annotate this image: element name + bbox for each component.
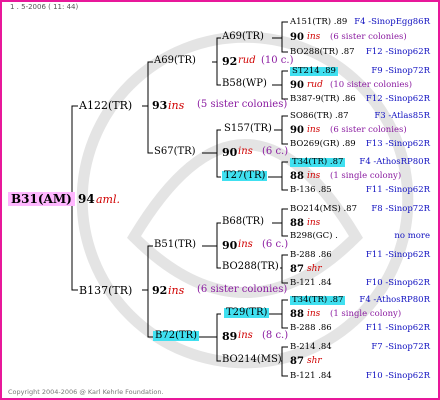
root-num: 94 — [78, 192, 95, 206]
gen2-s67-note: (6 c.) — [262, 146, 289, 157]
gen3-lineage-link[interactable]: F10 -Sinop62R — [366, 372, 430, 381]
gen3-ancestor[interactable]: B-288 .86 — [290, 324, 332, 333]
gen2-s67-num: 90 — [222, 146, 238, 159]
gen3-lineage-link[interactable]: F11 -Sinop62R — [366, 251, 430, 260]
gen1-a122-num: 93 — [152, 99, 168, 112]
gen3-num: 90 — [290, 32, 304, 43]
gen3-note: (6 sister colonies) — [330, 32, 407, 42]
gen1-a122-type: ins — [168, 99, 185, 112]
gen3-type: rud — [307, 80, 323, 90]
gen3-lineage-link[interactable]: F4 -AthosRP80R — [359, 296, 430, 305]
gen2-b51-num: 90 — [222, 239, 238, 252]
root-type: aml. — [96, 193, 121, 206]
gen3-ancestor[interactable]: BO214(MS) .87 — [290, 205, 357, 214]
gen2-s67-type: ins — [238, 146, 253, 157]
gen3-lineage-link[interactable]: F9 -Sinop72R — [371, 67, 430, 76]
gen2-b51-type: ins — [238, 239, 253, 250]
gen1-a122-note: (5 sister colonies) — [197, 99, 288, 110]
gen3-ancestor[interactable]: SO86(TR) .87 — [290, 112, 349, 121]
gen2-a65[interactable]: A69(TR) — [222, 32, 264, 42]
gen2-t27[interactable]: T27(TR) — [222, 171, 268, 181]
gen3-ancestor[interactable]: B387-9(TR) .86 — [290, 95, 356, 104]
gen2-a69-note: (10 c.) — [261, 55, 294, 66]
copyright-footer: Copyright 2004-2006 @ Karl Kehrle Founda… — [8, 388, 164, 396]
gen3-num: 87 — [290, 356, 304, 367]
gen2-a69-num: 92 — [222, 55, 238, 68]
gen2-b51-note: (6 c.) — [262, 239, 289, 250]
gen3-num: 87 — [290, 264, 304, 275]
gen2-b51[interactable]: B51(TR) — [154, 240, 196, 250]
gen3-ancestor[interactable]: ST214 .89 — [290, 67, 338, 76]
gen2-b72-note: (8 c.) — [262, 330, 289, 341]
gen1-b137[interactable]: B137(TR) — [79, 285, 132, 296]
gen1-b137-type: ins — [168, 284, 185, 297]
gen1-b137-num: 92 — [152, 284, 168, 297]
gen2-t29[interactable]: T29(TR) — [224, 308, 270, 318]
gen3-num: 88 — [290, 171, 304, 182]
gen3-num: 90 — [290, 80, 304, 91]
gen3-lineage-link[interactable]: F4 -AthosRP80R — [359, 158, 430, 167]
gen3-ancestor[interactable]: A151(TR) .89 — [290, 18, 347, 27]
gen3-ancestor[interactable]: B-121 .84 — [290, 372, 332, 381]
gen3-lineage-link[interactable]: F12 -Sinop62R — [366, 48, 430, 57]
gen2-b72-num: 89 — [222, 330, 238, 343]
gen2-b58[interactable]: B58(WP) — [222, 79, 267, 89]
gen3-type: shr — [307, 264, 322, 274]
gen3-num: 88 — [290, 309, 304, 320]
gen2-s67[interactable]: S67(TR) — [154, 147, 196, 157]
gen3-note: (10 sister colonies) — [330, 80, 413, 90]
gen3-type: ins — [307, 32, 321, 42]
gen3-note: (1 single colony) — [330, 171, 402, 181]
gen2-bo214[interactable]: BO214(MS) — [222, 355, 282, 365]
gen3-type: ins — [307, 171, 321, 181]
gen2-b72-type: ins — [238, 330, 253, 341]
gen3-lineage-link[interactable]: F11 -Sinop62R — [366, 324, 430, 333]
gen3-note: (6 sister colonies) — [330, 125, 407, 135]
gen3-num: 90 — [290, 125, 304, 136]
gen3-type: ins — [307, 218, 321, 228]
gen3-note: (1 single colony) — [330, 309, 402, 319]
gen3-ancestor[interactable]: T34(TR) .87 — [290, 296, 346, 305]
gen2-b68[interactable]: B68(TR) — [222, 217, 264, 227]
root-bee-id[interactable]: B31(AM) — [8, 192, 75, 206]
gen3-lineage-link[interactable]: F10 -Sinop62R — [366, 279, 430, 288]
gen3-ancestor[interactable]: B298(GC) . — [290, 232, 338, 241]
gen3-ancestor[interactable]: B-136 .85 — [290, 186, 332, 195]
gen3-lineage-link[interactable]: no more — [394, 232, 430, 241]
gen1-b137-note: (6 sister colonies) — [197, 284, 288, 295]
gen3-type: shr — [307, 356, 322, 366]
gen3-lineage-link[interactable]: F8 -Sinop72R — [371, 205, 430, 214]
gen3-ancestor[interactable]: BO269(GR) .89 — [290, 140, 356, 149]
gen1-a122[interactable]: A122(TR) — [79, 100, 132, 111]
gen2-a69[interactable]: A69(TR) — [154, 56, 196, 66]
gen3-ancestor[interactable]: B-214 .84 — [290, 343, 332, 352]
gen3-ancestor[interactable]: BO288(TR) .87 — [290, 48, 355, 57]
gen3-type: ins — [307, 125, 321, 135]
gen3-lineage-link[interactable]: F3 -Atlas85R — [374, 112, 430, 121]
gen3-lineage-link[interactable]: F13 -Sinop62R — [366, 140, 430, 149]
gen3-num: 88 — [290, 218, 304, 229]
gen3-lineage-link[interactable]: F4 -SinopEgg86R — [354, 18, 430, 27]
gen2-s157[interactable]: S157(TR) — [224, 124, 272, 134]
gen3-lineage-link[interactable]: F11 -Sinop62R — [366, 186, 430, 195]
gen2-b72[interactable]: B72(TR) — [153, 331, 200, 341]
gen2-bo288[interactable]: BO288(TR) — [222, 262, 279, 272]
gen2-a69-type: rud — [238, 55, 256, 66]
gen3-ancestor[interactable]: B-121 .84 — [290, 279, 332, 288]
gen3-ancestor[interactable]: T34(TR) .87 — [290, 158, 346, 167]
gen3-ancestor[interactable]: B-288 .86 — [290, 251, 332, 260]
gen3-lineage-link[interactable]: F12 -Sinop62R — [366, 95, 430, 104]
gen3-type: ins — [307, 309, 321, 319]
gen3-lineage-link[interactable]: F7 -Sinop72R — [371, 343, 430, 352]
